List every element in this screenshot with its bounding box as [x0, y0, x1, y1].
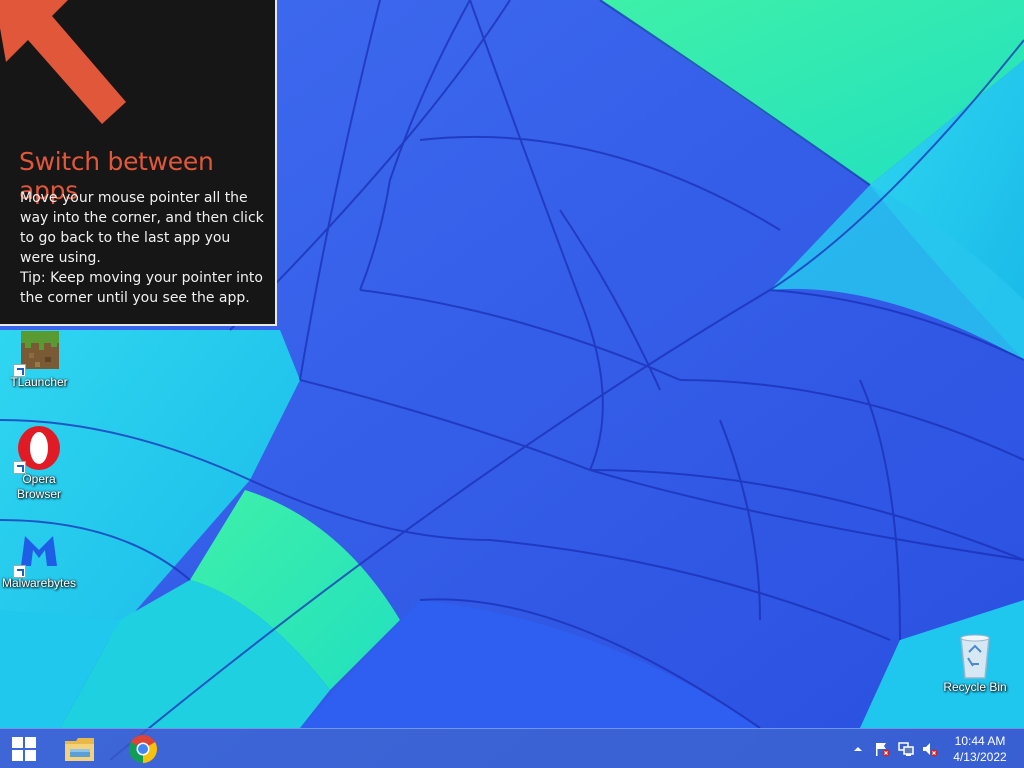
desktop-icon-label: Malwarebytes	[1, 576, 77, 590]
chrome-icon	[129, 735, 157, 763]
clock-time: 10:44 AM	[954, 734, 1006, 748]
opera-icon	[13, 424, 63, 474]
shortcut-arrow-icon	[13, 461, 26, 474]
shortcut-arrow-icon	[13, 565, 26, 578]
network-icon[interactable]	[898, 741, 914, 757]
switch-apps-tip: Switch between apps Move your mouse poin…	[0, 0, 277, 326]
taskbar-clock[interactable]: 10:44 AM 4/13/2022	[947, 733, 1013, 765]
desktop-icon-tlauncher[interactable]: TLauncher	[0, 327, 78, 390]
start-button[interactable]	[2, 731, 46, 767]
desktop-icon-label: Recycle Bin	[943, 680, 1007, 694]
desktop-icon-malwarebytes[interactable]: Malwarebytes	[0, 528, 78, 591]
minecraft-grass-block-icon	[13, 327, 63, 377]
desktop-icon-opera[interactable]: Opera Browser	[0, 424, 78, 502]
desktop[interactable]: Switch between apps Move your mouse poin…	[0, 0, 1024, 768]
desktop-icon-label: TLauncher	[10, 375, 68, 389]
tip-body-hint: Tip: Keep moving your pointer into the c…	[20, 270, 263, 306]
malwarebytes-icon	[13, 528, 63, 578]
windows-start-icon	[12, 737, 36, 761]
taskbar-chrome[interactable]	[121, 731, 165, 767]
action-center-flag-icon[interactable]	[874, 741, 890, 757]
taskbar-file-explorer[interactable]	[58, 731, 102, 767]
desktop-icon-recycle-bin[interactable]: Recycle Bin	[936, 632, 1014, 695]
file-explorer-icon	[65, 738, 94, 761]
tip-body: Move your mouse pointer all the way into…	[20, 188, 265, 308]
taskbar: 10:44 AM 4/13/2022	[0, 728, 1024, 768]
desktop-icon-label: Opera Browser	[16, 472, 61, 501]
tip-body-text: Move your mouse pointer all the way into…	[20, 190, 264, 266]
clock-date: 4/13/2022	[953, 750, 1007, 764]
volume-muted-icon[interactable]	[922, 741, 938, 757]
recycle-bin-icon	[951, 632, 999, 680]
shortcut-arrow-icon	[13, 364, 26, 377]
corner-arrow-icon	[0, 0, 126, 124]
show-hidden-icons-chevron[interactable]	[850, 741, 866, 757]
